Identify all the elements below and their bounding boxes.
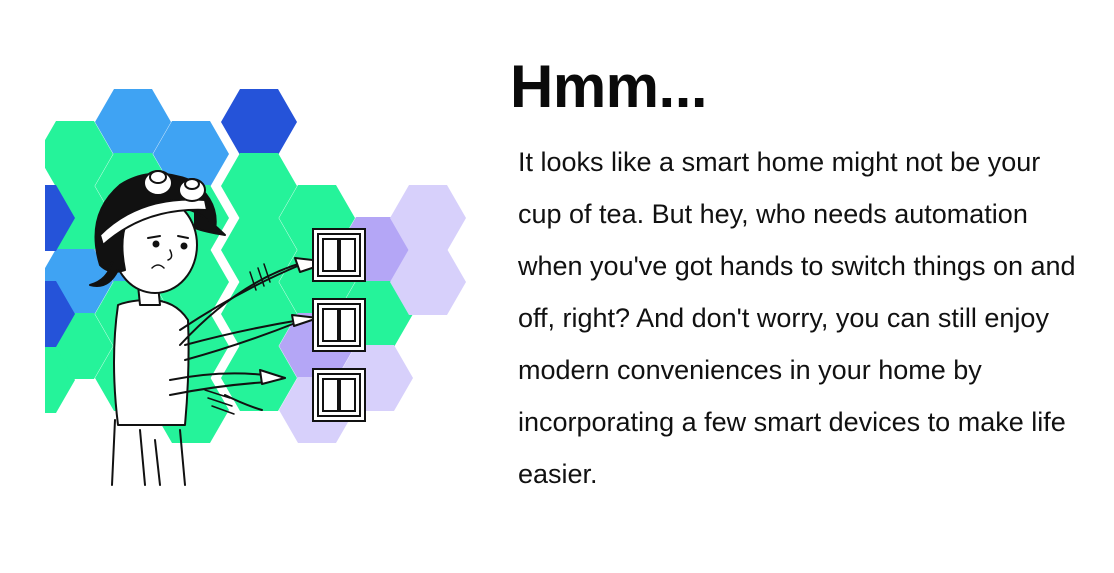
message-panel: Hmm... It looks like a smart home might … xyxy=(510,54,1090,500)
message-text: It looks like a smart home might not be … xyxy=(518,147,1076,489)
light-switch-middle xyxy=(312,298,366,352)
person-pressing-switches-illustration xyxy=(45,89,466,486)
page-title: Hmm... xyxy=(510,53,708,120)
light-switch-top xyxy=(312,228,366,282)
light-switch-bottom xyxy=(312,368,366,422)
